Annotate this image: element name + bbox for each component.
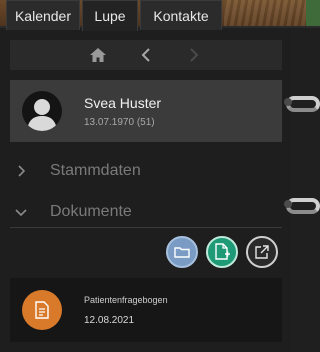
document-date: 12.08.2021 [84,314,135,326]
patient-card[interactable]: Svea Huster 13.07.1970 (51) [10,80,282,142]
section-stammdaten[interactable]: Stammdaten [10,156,282,186]
export-button[interactable] [246,236,278,268]
add-document-button[interactable] [206,236,238,268]
document-item[interactable]: Patientenfragebogen 12.08.2021 [10,278,282,342]
binder-ring [284,96,320,112]
chevron-down-icon [15,209,27,217]
home-button[interactable] [88,45,108,65]
main-panel: Svea Huster 13.07.1970 (51) Stammdaten D… [0,30,290,352]
patient-name: Svea Huster [84,94,162,111]
tab-kontakte[interactable]: Kontakte [140,0,222,30]
wood-decoration [224,0,320,28]
tab-lupe[interactable]: Lupe [82,0,138,31]
document-actions [166,236,278,268]
chevron-left-icon [141,48,150,62]
binder-ring [284,198,320,214]
document-icon-badge [22,290,62,330]
section-label: Dokumente [50,203,132,220]
open-folder-button[interactable] [166,236,198,268]
add-document-icon [215,243,230,260]
back-button[interactable] [136,45,156,65]
section-dokumente[interactable]: Dokumente [10,197,282,227]
export-icon [255,245,269,259]
avatar [22,91,62,131]
tab-kalender[interactable]: Kalender [6,0,80,30]
chevron-right-icon [18,165,26,177]
patient-birthdate: 13.07.1970 (51) [84,116,155,128]
tab-label: Kalender [14,7,72,24]
person-icon [27,99,57,131]
tab-label: Lupe [94,8,126,24]
document-icon [35,301,49,319]
forward-button[interactable] [184,45,204,65]
folder-icon [174,247,190,258]
chevron-right-icon [190,48,199,62]
tab-label: Kontakte [153,7,209,24]
section-label: Stammdaten [50,162,141,179]
navigation-bar [10,40,282,70]
divider [10,227,282,228]
document-title: Patientenfragebogen [84,294,168,305]
home-icon [90,48,106,62]
